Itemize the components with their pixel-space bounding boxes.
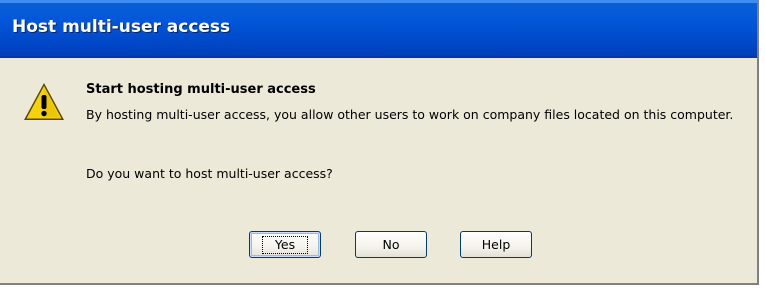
warning-icon (22, 80, 66, 124)
dialog-window: Host multi-user access Start hosting mul… (0, 0, 759, 285)
no-button-label: No (382, 237, 400, 252)
message-question: Do you want to host multi-user access? (86, 166, 333, 181)
yes-button-label: Yes (261, 236, 309, 254)
message-heading: Start hosting multi-user access (86, 82, 316, 97)
window-title: Host multi-user access (12, 17, 231, 37)
message-body: By hosting multi-user access, you allow … (86, 107, 734, 122)
title-bar[interactable]: Host multi-user access (0, 0, 757, 58)
no-button[interactable]: No (355, 231, 427, 258)
help-button-label: Help (481, 237, 511, 252)
yes-button[interactable]: Yes (249, 231, 321, 258)
help-button[interactable]: Help (460, 231, 532, 258)
